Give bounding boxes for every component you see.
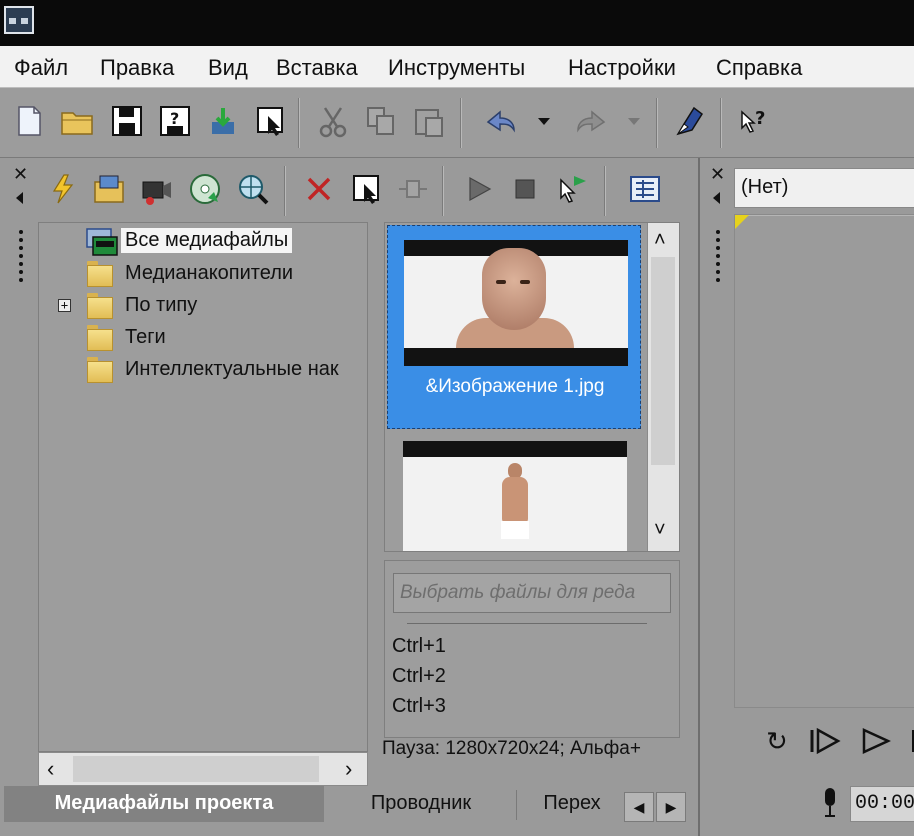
media-filter-box: Выбрать файлы для реда Ctrl+1 Ctrl+2 Ctr… [384,560,680,738]
menu-bar: Файл Правка Вид Вставка Инструменты Наст… [0,46,914,88]
tab-explorer[interactable]: Проводник [328,786,514,822]
expand-icon[interactable]: + [58,299,71,312]
main-toolbar: ? ? [0,88,914,158]
svg-text:?: ? [755,108,765,129]
redo-icon[interactable] [574,104,608,138]
whats-this-icon[interactable]: ? [738,104,772,138]
paste-icon[interactable] [412,104,446,138]
save-icon[interactable] [110,104,144,138]
tree-label-by-type: По типу [125,294,198,316]
thumbnail-image [403,441,627,551]
media-properties-icon[interactable] [350,172,384,206]
copy-icon[interactable] [364,104,398,138]
remove-media-icon[interactable] [302,172,336,206]
import-media-icon[interactable] [92,172,126,206]
scrollbar-thumb[interactable] [651,257,675,465]
close-icon[interactable]: ✕ [710,164,725,185]
tree-item-tags[interactable]: Теги [39,323,367,353]
scroll-right-icon[interactable]: › [345,756,352,782]
auto-preview-icon[interactable] [556,172,590,206]
tree-horizontal-scrollbar[interactable]: ‹ › [38,752,368,786]
tree-label-media-bins: Медианакопители [125,262,294,284]
menu-help[interactable]: Справка [716,55,802,81]
scroll-down-icon[interactable]: ˅ [654,519,666,542]
app-icon[interactable] [4,6,34,34]
view-icon[interactable] [628,172,662,206]
new-project-icon[interactable] [12,104,46,138]
tree-item-media-bins[interactable]: Медианакопители [39,259,367,289]
menu-view[interactable]: Вид [208,55,248,81]
menu-options[interactable]: Настройки [568,55,676,81]
play-from-start-icon[interactable] [808,726,842,763]
pause-icon[interactable] [910,726,914,763]
title-bar [0,0,914,46]
microphone-icon[interactable] [820,786,840,827]
open-folder-icon[interactable] [60,104,94,138]
thumbnails-vertical-scrollbar[interactable]: ˄ ˅ [647,223,679,551]
media-fx-icon[interactable] [396,172,430,206]
undo-dropdown-icon[interactable] [534,104,554,138]
redo-dropdown-icon[interactable] [624,104,644,138]
menu-insert[interactable]: Вставка [276,55,358,81]
tree-label-tags: Теги [125,326,166,348]
tree-item-by-type[interactable]: + По типу [39,291,367,321]
render-icon[interactable] [206,104,240,138]
scroll-left-icon[interactable]: ‹ [47,756,54,782]
preview-area [734,214,914,708]
tab-project-media[interactable]: Медиафайлы проекта [4,786,324,822]
properties-icon[interactable] [254,104,288,138]
tree-item-all-media[interactable]: Все медиафайлы [39,227,367,257]
folder-icon [87,261,113,287]
play-icon[interactable] [462,172,496,206]
scrollbar-thumb[interactable] [73,756,319,782]
marker-icon [735,215,749,229]
media-item-caption: &Изображение 1.jpg [425,376,605,397]
tree-label-smart-bins: Интеллектуальные нак [125,358,339,380]
save-as-icon[interactable]: ? [158,104,192,138]
edit-tool-icon[interactable] [672,104,706,138]
menu-tools[interactable]: Инструменты [388,55,525,81]
shortcut-label[interactable]: Ctrl+1 [392,635,446,658]
panel-collapse-icon[interactable] [16,192,23,204]
cut-icon[interactable] [316,104,350,138]
preview-fx-select[interactable]: (Нет) [734,168,914,208]
loop-icon[interactable]: ↻ [766,726,788,757]
media-item-selected[interactable]: &Изображение 1.jpg [387,225,641,429]
menu-file[interactable]: Файл [14,55,68,81]
folder-icon [87,325,113,351]
menu-edit[interactable]: Правка [100,55,174,81]
media-item[interactable] [387,437,641,551]
video-preview-panel: ✕ (Нет) ↻ 00:00: [698,158,914,836]
tab-next-icon[interactable]: ▶ [656,792,686,822]
media-thumbnails[interactable]: &Изображение 1.jpg ˄ ˅ [384,222,680,552]
all-media-icon [86,228,118,256]
tab-prev-icon[interactable]: ◀ [624,792,654,822]
bottom-tabs: Медиафайлы проекта Проводник Перех ◀ ▶ [0,786,690,826]
tab-transitions[interactable]: Перех [520,786,624,822]
timecode-display: 00:00: [850,786,914,822]
stop-icon[interactable] [508,172,542,206]
preview-play-icon[interactable] [860,726,894,763]
media-status-text: Пауза: 1280x720x24; Альфа+ [382,738,641,759]
shortcut-label[interactable]: Ctrl+2 [392,665,446,688]
thumbnail-image [404,240,628,366]
svg-text:?: ? [170,109,179,128]
folder-icon [87,357,113,383]
close-icon[interactable]: ✕ [13,164,28,185]
media-tree[interactable]: Все медиафайлы Медианакопители + По типу… [38,222,368,752]
capture-video-icon[interactable] [140,172,174,206]
scroll-up-icon[interactable]: ˄ [654,229,666,252]
get-from-web-icon[interactable] [236,172,270,206]
get-from-cd-icon[interactable] [188,172,222,206]
panel-collapse-icon[interactable] [713,192,720,204]
lightning-icon[interactable] [46,172,80,206]
tree-label-all-media: Все медиафайлы [121,228,293,253]
undo-icon[interactable] [484,104,518,138]
tree-item-smart-bins[interactable]: Интеллектуальные нак [39,355,367,385]
filter-input[interactable]: Выбрать файлы для реда [393,573,671,613]
folder-icon [87,293,113,319]
shortcut-label[interactable]: Ctrl+3 [392,695,446,718]
